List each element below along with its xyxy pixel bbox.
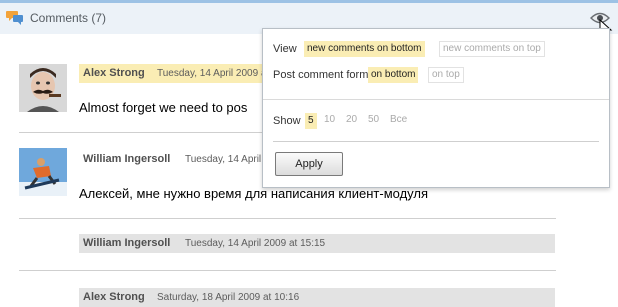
comment-meta: William Ingersoll Tuesday, 14 April 2009… xyxy=(79,150,271,169)
comment-meta[interactable]: Alex Strong Saturday, 18 April 2009 at 1… xyxy=(79,288,555,307)
comment-divider xyxy=(19,270,556,271)
comment-text: Алексей, мне нужно время для написания к… xyxy=(79,186,429,201)
comment-author[interactable]: Alex Strong xyxy=(83,291,145,303)
avatar[interactable] xyxy=(19,64,67,112)
avatar[interactable] xyxy=(19,148,67,196)
apply-button[interactable]: Apply xyxy=(275,152,343,176)
show-option-5[interactable]: 5 xyxy=(305,113,317,129)
form-label: Post comment form xyxy=(273,69,369,81)
comment-author[interactable]: William Ingersoll xyxy=(83,153,170,165)
show-label: Show xyxy=(273,115,301,127)
view-label: View xyxy=(273,43,297,55)
snowboarder-avatar xyxy=(19,148,67,196)
comment-settings-popup: View new comments on bottom new comments… xyxy=(262,28,610,188)
comments-icon xyxy=(6,11,23,25)
popup-divider xyxy=(273,141,599,142)
comment-divider xyxy=(19,218,556,219)
view-option-new-on-bottom[interactable]: new comments on bottom xyxy=(304,41,425,57)
comment-text: Almost forget we need to pos xyxy=(79,100,248,115)
view-option-new-on-top[interactable]: new comments on top xyxy=(439,41,545,57)
form-option-on-top[interactable]: on top xyxy=(428,67,464,83)
comment-author[interactable]: William Ingersoll xyxy=(83,237,170,249)
show-option-20[interactable]: 20 xyxy=(343,113,361,129)
mustache-man-avatar xyxy=(19,64,67,112)
comment-date: Saturday, 18 April 2009 at 10:16 xyxy=(157,292,300,303)
comments-title: Comments (7) xyxy=(30,11,107,25)
form-option-on-bottom[interactable]: on bottom xyxy=(368,67,419,83)
comment-meta[interactable]: William Ingersoll Tuesday, 14 April 2009… xyxy=(79,234,555,253)
comment-author[interactable]: Alex Strong xyxy=(83,67,145,79)
show-option-10[interactable]: 10 xyxy=(321,113,339,129)
popup-divider xyxy=(263,99,609,100)
comment-date: Tuesday, 14 April 2009 at 15:15 xyxy=(185,238,326,249)
comment-meta: Alex Strong Tuesday, 14 April 2009 at 15… xyxy=(79,64,271,83)
show-option-50[interactable]: 50 xyxy=(365,113,383,129)
comment-date: Tuesday, 14 April 2009 at 15:15 xyxy=(185,154,271,165)
show-option-all[interactable]: Все xyxy=(387,113,411,129)
comment-date: Tuesday, 14 April 2009 at 15:15 xyxy=(157,68,271,79)
